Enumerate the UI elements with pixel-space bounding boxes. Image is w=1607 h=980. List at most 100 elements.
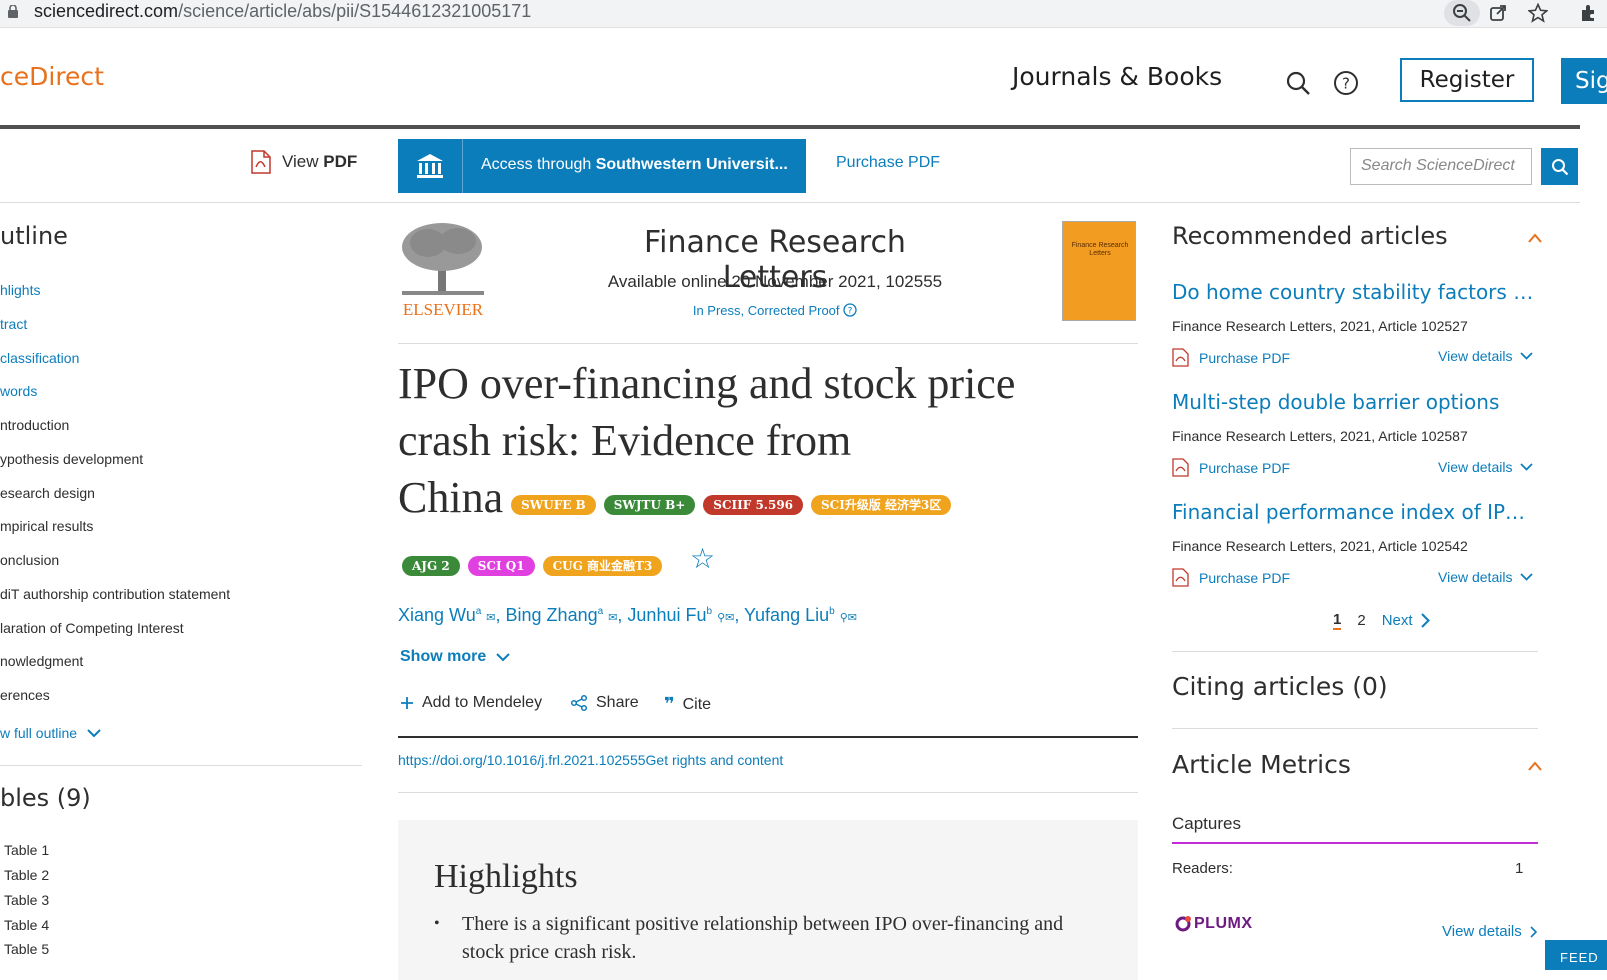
sciencedirect-logo[interactable]: ceDirect: [0, 62, 104, 91]
chevron-up-icon[interactable]: [1528, 232, 1542, 246]
chevron-right-icon: [1420, 613, 1430, 628]
sidebar-divider: [1172, 728, 1538, 729]
captures-underline: [1172, 842, 1538, 844]
article-status[interactable]: In Press, Corrected Proof ?: [600, 303, 950, 318]
outline-item[interactable]: nowledgment: [0, 653, 83, 669]
browser-address-bar: sciencedirect.com/science/article/abs/pi…: [0, 0, 1607, 28]
outline-item[interactable]: erences: [0, 687, 50, 703]
elsevier-logo[interactable]: ELSEVIER: [398, 221, 488, 319]
institution-icon: [398, 139, 463, 193]
rank-badge[interactable]: AJG 2: [402, 556, 460, 576]
register-button[interactable]: Register: [1400, 58, 1534, 102]
sign-in-button[interactable]: Sig: [1561, 58, 1607, 104]
add-mendeley-button[interactable]: Add to Mendeley: [400, 694, 542, 712]
view-pdf-button[interactable]: View PDF: [250, 150, 357, 174]
author-link[interactable]: Bing Zhanga: [506, 605, 604, 625]
highlight-item: • There is a significant positive relati…: [434, 913, 1064, 963]
purchase-pdf-link[interactable]: Purchase PDF: [836, 154, 940, 172]
view-details-link[interactable]: View details: [1438, 459, 1534, 475]
outline-item[interactable]: words: [0, 383, 37, 399]
chevron-up-icon[interactable]: [1528, 760, 1542, 774]
outline-item[interactable]: ntroduction: [0, 417, 69, 433]
doi-divider: [398, 792, 1138, 793]
outline-item[interactable]: esearch design: [0, 485, 95, 501]
rank-badge[interactable]: SCI升级版 经济学3区: [811, 494, 952, 515]
recommended-article-link[interactable]: Multi-step double barrier options: [1172, 390, 1537, 414]
outline-item[interactable]: mpirical results: [0, 518, 93, 534]
rank-badge[interactable]: SCIIF 5.596: [703, 494, 804, 515]
author-link[interactable]: Yufang Liub: [744, 605, 835, 625]
citing-articles-title[interactable]: Citing articles (0): [1172, 672, 1388, 701]
view-details-link[interactable]: View details: [1438, 348, 1534, 364]
author-link[interactable]: Junhui Fub: [627, 605, 712, 625]
table-link[interactable]: Table 4: [4, 917, 49, 933]
purchase-pdf-link[interactable]: Purchase PDF: [1172, 458, 1290, 477]
bookmark-star-icon[interactable]: [1520, 0, 1556, 26]
journals-books-link[interactable]: Journals & Books: [1012, 62, 1222, 91]
outline-item[interactable]: diT authorship contribution statement: [0, 586, 230, 602]
share-page-icon[interactable]: [1480, 0, 1516, 26]
page-2-button[interactable]: 2: [1357, 612, 1365, 629]
captures-label: Captures: [1172, 814, 1241, 833]
journal-cover[interactable]: Finance Research Letters: [1062, 221, 1136, 321]
purchase-pdf-link[interactable]: Purchase PDF: [1172, 348, 1290, 367]
recommended-title: Recommended articles: [1172, 222, 1448, 250]
search-input[interactable]: Search ScienceDirect: [1350, 148, 1532, 185]
help-icon[interactable]: ?: [843, 303, 857, 317]
recommended-source: Finance Research Letters, 2021, Article …: [1172, 428, 1468, 444]
pdf-icon: [1172, 458, 1189, 477]
table-link[interactable]: Table 1: [4, 842, 49, 858]
zoom-icon[interactable]: [1444, 0, 1480, 26]
chevron-down-icon: [87, 728, 101, 737]
show-full-outline-link[interactable]: w full outline: [0, 725, 101, 741]
email-icon[interactable]: ✉: [486, 612, 495, 624]
outline-item[interactable]: onclusion: [0, 552, 59, 568]
share-button[interactable]: Share: [570, 694, 639, 712]
outline-item[interactable]: ypothesis development: [0, 451, 143, 467]
view-details-link[interactable]: View details: [1438, 569, 1534, 585]
chevron-right-icon: [1530, 925, 1537, 938]
feedback-button[interactable]: FEED: [1545, 940, 1607, 970]
rank-badge[interactable]: SWUFE B: [511, 494, 596, 515]
rank-badge[interactable]: SWJTU B+: [603, 494, 696, 515]
outline-item[interactable]: tract: [0, 316, 27, 332]
url-field[interactable]: sciencedirect.com/science/article/abs/pi…: [34, 1, 531, 22]
elsevier-wordmark: ELSEVIER: [403, 300, 484, 319]
person-icon[interactable]: ⚲: [840, 612, 848, 624]
page-1-button[interactable]: 1: [1333, 611, 1342, 630]
plumx-logo[interactable]: PLUMX: [1174, 915, 1253, 933]
next-page-button[interactable]: Next: [1382, 612, 1430, 629]
recommended-article-link[interactable]: Financial performance index of IPO fi...: [1172, 500, 1537, 524]
outline-title: utline: [0, 222, 68, 250]
favorite-star-icon[interactable]: ☆: [690, 542, 715, 575]
badge-row: AJG 2 SCI Q1 CUG 商业金融T3: [402, 556, 663, 576]
email-icon[interactable]: ✉: [848, 612, 857, 624]
search-submit-button[interactable]: [1541, 148, 1578, 185]
outline-item[interactable]: classification: [0, 350, 79, 366]
quote-icon: ❞: [664, 694, 675, 714]
outline-item[interactable]: laration of Competing Interest: [0, 620, 184, 636]
author-list: Xiang Wua ✉, Bing Zhanga ✉, Junhui Fub ⚲…: [398, 605, 857, 625]
doi-link[interactable]: https://doi.org/10.1016/j.frl.2021.10255…: [398, 752, 783, 768]
recommended-article-link[interactable]: Do home country stability factors mat...: [1172, 280, 1537, 304]
email-icon[interactable]: ✉: [725, 612, 734, 624]
table-link[interactable]: Table 2: [4, 867, 49, 883]
extensions-icon[interactable]: [1570, 0, 1606, 26]
table-link[interactable]: Table 3: [4, 892, 49, 908]
institution-access-button[interactable]: Access through Southwestern Universit...: [398, 139, 806, 193]
email-icon[interactable]: ✉: [608, 612, 617, 624]
rank-badge[interactable]: SCI Q1: [467, 556, 535, 576]
plumx-view-details-link[interactable]: View details: [1442, 923, 1538, 940]
rights-link[interactable]: Get rights and content: [646, 752, 784, 768]
search-icon[interactable]: [1285, 70, 1311, 96]
purchase-pdf-link[interactable]: Purchase PDF: [1172, 568, 1290, 587]
help-icon[interactable]: ?: [1332, 69, 1360, 97]
show-more-button[interactable]: Show more: [400, 648, 510, 666]
person-icon[interactable]: ⚲: [717, 612, 725, 624]
availability-date: Available online 20 November 2021, 10255…: [607, 272, 943, 291]
outline-item[interactable]: hlights: [0, 282, 40, 298]
table-link[interactable]: Table 5: [4, 941, 49, 957]
author-link[interactable]: Xiang Wua: [398, 605, 481, 625]
rank-badge[interactable]: CUG 商业金融T3: [542, 556, 663, 576]
cite-button[interactable]: ❞ Cite: [664, 694, 711, 715]
